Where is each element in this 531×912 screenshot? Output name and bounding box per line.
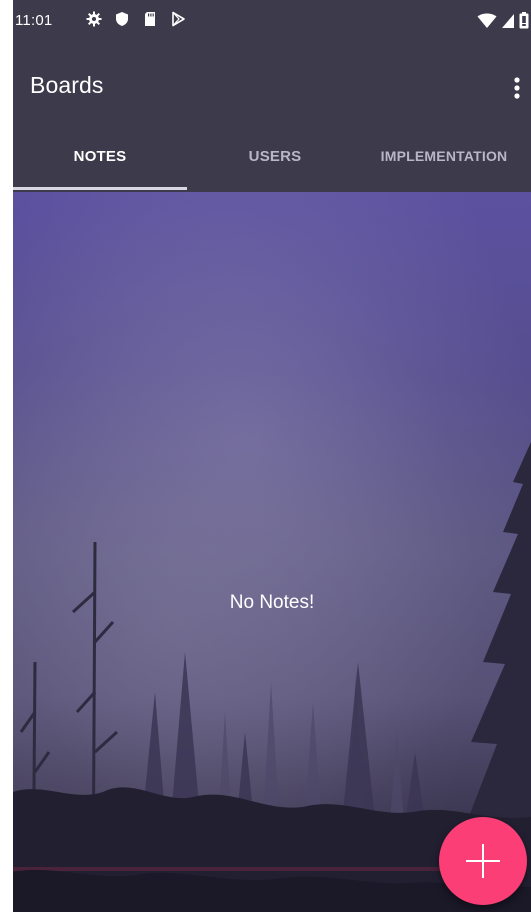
phone-screen: 11:01 Boards NOTES USERS IMPLEMENTATION …	[13, 0, 531, 912]
tab-indicator	[13, 187, 187, 190]
more-vert-icon	[514, 77, 520, 99]
shield-icon	[116, 12, 128, 26]
app-title: Boards	[30, 72, 104, 98]
settings-icon	[86, 11, 102, 27]
add-note-button[interactable]	[439, 817, 527, 905]
more-options-button[interactable]	[507, 68, 527, 108]
app-bar: Boards	[13, 44, 531, 132]
plus-icon	[466, 844, 500, 878]
tab-notes[interactable]: NOTES	[13, 148, 187, 178]
wifi-icon	[477, 13, 497, 28]
signal-icon	[502, 13, 514, 28]
status-bar: 11:01	[13, 0, 531, 44]
notes-content: No Notes!	[13, 192, 531, 912]
status-time: 11:01	[15, 12, 53, 29]
tab-bar: NOTES USERS IMPLEMENTATION	[13, 132, 531, 192]
empty-notes-message: No Notes!	[229, 592, 315, 613]
status-icons-right	[477, 12, 529, 29]
battery-icon	[519, 12, 529, 29]
status-icons-left	[86, 11, 186, 27]
play-store-icon	[172, 11, 185, 27]
foggy-forest-background	[13, 192, 531, 912]
tab-users[interactable]: USERS	[187, 148, 363, 178]
sd-card-icon	[145, 12, 155, 26]
tab-implementation[interactable]: IMPLEMENTATION	[357, 148, 531, 178]
